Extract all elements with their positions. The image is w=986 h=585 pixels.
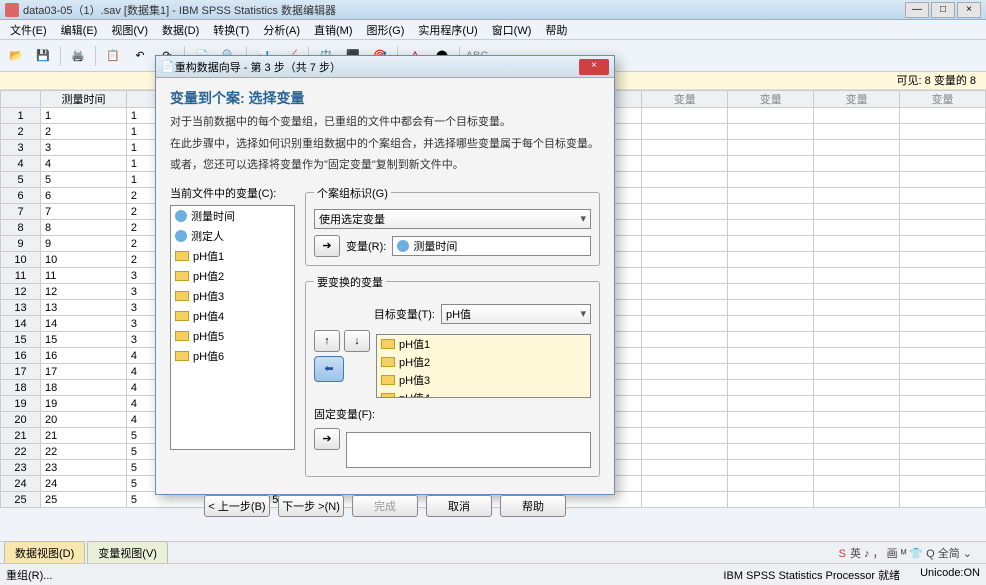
menu-item[interactable]: 实用程序(U) (411, 20, 484, 40)
menu-bar: 文件(E)编辑(E)视图(V)数据(D)转换(T)分析(A)直销(M)图形(G)… (0, 20, 986, 40)
maximize-button[interactable]: □ (931, 2, 955, 18)
nominal-icon (175, 210, 187, 222)
menu-item[interactable]: 编辑(E) (54, 20, 105, 40)
help-button[interactable]: 帮助 (500, 495, 566, 517)
dialog-desc-2: 在此步骤中，选择如何识别重组数据中的个案组合，并选择哪些变量属于每个目标变量。 (170, 136, 600, 154)
column-header[interactable]: 变量 (642, 91, 728, 108)
wizard-icon: 📄 (161, 60, 175, 73)
target-label: 目标变量(T): (374, 306, 435, 322)
var-list-item[interactable]: 测定人 (171, 226, 294, 246)
scale-icon (175, 311, 189, 321)
var-list-item[interactable]: 测量时间 (171, 206, 294, 226)
scale-icon (175, 251, 189, 261)
group-id-combo[interactable]: 使用选定变量 (314, 209, 591, 229)
undo-icon[interactable]: ↶ (128, 44, 152, 68)
next-button[interactable]: 下一步 >(N) (278, 495, 344, 517)
status-unicode: Unicode:ON (920, 567, 980, 583)
dialog-desc-3: 或者，您还可以选择将变量作为"固定变量"复制到新文件中。 (170, 157, 600, 175)
back-button[interactable]: < 上一步(B) (204, 495, 270, 517)
ime-indicator[interactable]: S英 ♪ ， 画 ᴹ 👕 Q 全简 ⌄ (837, 545, 982, 561)
nominal-icon (175, 230, 187, 242)
column-header[interactable]: 变量 (728, 91, 814, 108)
column-header[interactable]: 变量 (900, 91, 986, 108)
dialog-title-bar[interactable]: 📄 重构数据向导 - 第 3 步（共 7 步） × (156, 56, 614, 78)
scale-icon (175, 291, 189, 301)
data-view-tab[interactable]: 数据视图(D) (4, 541, 85, 564)
target-vars-list[interactable]: pH值1pH值2pH值3pH值4pH值5 (376, 334, 591, 398)
scale-icon (381, 393, 395, 398)
menu-item[interactable]: 文件(E) (3, 20, 54, 40)
current-vars-label: 当前文件中的变量(C): (170, 188, 276, 200)
dialog-close-button[interactable]: × (579, 59, 609, 75)
dialog-desc-1: 对于当前数据中的每个变量组，已重组的文件中都会有一个目标变量。 (170, 114, 600, 132)
status-processor: IBM SPSS Statistics Processor 就绪 (723, 567, 900, 583)
window-title-bar: data03-05（1）.sav [数据集1] - IBM SPSS Stati… (0, 0, 986, 20)
scale-icon (175, 331, 189, 341)
column-header[interactable]: 测量时间 (41, 91, 127, 108)
finish-button: 完成 (352, 495, 418, 517)
recall-icon[interactable]: 📋 (101, 44, 125, 68)
close-button[interactable]: × (957, 2, 981, 18)
target-list-item[interactable]: pH值4 (377, 389, 590, 398)
move-to-target-button[interactable]: ⬅ (314, 356, 344, 382)
case-group-id-legend: 个案组标识(G) (314, 185, 391, 201)
var-list-item[interactable]: pH值2 (171, 266, 294, 286)
window-title: data03-05（1）.sav [数据集1] - IBM SPSS Stati… (23, 2, 336, 18)
dialog-heading: 变量到个案: 选择变量 (170, 88, 600, 108)
menu-item[interactable]: 转换(T) (206, 20, 256, 40)
menu-item[interactable]: 图形(G) (360, 20, 412, 40)
view-tabs: 数据视图(D) 变量视图(V) S英 ♪ ， 画 ᴹ 👕 Q 全简 ⌄ (0, 541, 986, 563)
app-icon (5, 3, 19, 17)
dialog-title: 重构数据向导 - 第 3 步（共 7 步） (175, 59, 579, 75)
scale-icon (381, 357, 395, 367)
menu-item[interactable]: 帮助 (538, 20, 574, 40)
move-down-button[interactable]: ↓ (344, 330, 370, 352)
scale-icon (175, 271, 189, 281)
target-list-item[interactable]: pH值2 (377, 353, 590, 371)
var-list-item[interactable]: pH值5 (171, 326, 294, 346)
var-slot[interactable]: 测量时间 (392, 236, 591, 256)
target-list-item[interactable]: pH值1 (377, 335, 590, 353)
status-bar: 重组(R)... IBM SPSS Statistics Processor 就… (0, 563, 986, 585)
current-vars-list[interactable]: 测量时间测定人pH值1pH值2pH值3pH值4pH值5pH值6 (170, 205, 295, 450)
scale-icon (381, 339, 395, 349)
fixed-vars-list[interactable] (346, 432, 591, 468)
target-combo[interactable]: pH值 (441, 304, 591, 324)
open-icon[interactable]: 📂 (4, 44, 28, 68)
var-list-item[interactable]: pH值3 (171, 286, 294, 306)
transform-legend: 要变换的变量 (314, 274, 386, 290)
scale-icon (381, 375, 395, 385)
var-list-item[interactable]: pH值6 (171, 346, 294, 366)
minimize-button[interactable]: — (905, 2, 929, 18)
menu-item[interactable]: 窗口(W) (485, 20, 539, 40)
move-to-fixed-button[interactable]: ➔ (314, 428, 340, 450)
variable-view-tab[interactable]: 变量视图(V) (87, 541, 168, 564)
var-list-item[interactable]: pH值4 (171, 306, 294, 326)
case-group-id-fieldset: 个案组标识(G) 使用选定变量 ➔ 变量(R): 测量时间 (305, 185, 600, 266)
move-to-var-button[interactable]: ➔ (314, 235, 340, 257)
scale-icon (175, 351, 189, 361)
column-header[interactable]: 变量 (814, 91, 900, 108)
cancel-button[interactable]: 取消 (426, 495, 492, 517)
fixed-vars-label: 固定变量(F): (314, 406, 591, 422)
menu-item[interactable]: 数据(D) (155, 20, 206, 40)
move-up-button[interactable]: ↑ (314, 330, 340, 352)
transform-vars-fieldset: 要变换的变量 目标变量(T): pH值 ↑ ↓ ⬅ (305, 274, 600, 477)
menu-item[interactable]: 视图(V) (104, 20, 155, 40)
save-icon[interactable]: 💾 (31, 44, 55, 68)
menu-item[interactable]: 直销(M) (307, 20, 360, 40)
restructure-wizard-dialog: 📄 重构数据向导 - 第 3 步（共 7 步） × 变量到个案: 选择变量 对于… (155, 55, 615, 495)
var-label: 变量(R): (346, 238, 386, 254)
var-list-item[interactable]: pH值1 (171, 246, 294, 266)
print-icon[interactable]: 🖨️ (66, 44, 90, 68)
nominal-icon (397, 240, 409, 252)
status-left: 重组(R)... (6, 567, 52, 583)
target-list-item[interactable]: pH值3 (377, 371, 590, 389)
menu-item[interactable]: 分析(A) (256, 20, 307, 40)
